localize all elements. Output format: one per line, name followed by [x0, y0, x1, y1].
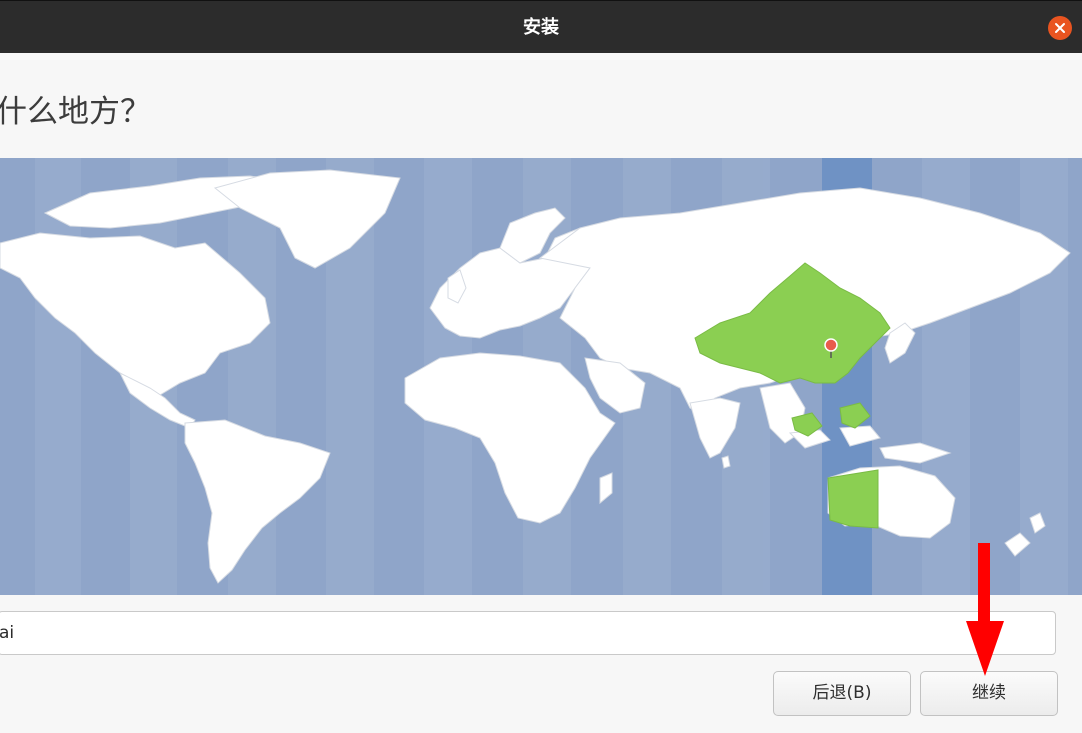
- timezone-map[interactable]: [0, 158, 1082, 595]
- down-arrow-icon: [966, 543, 1004, 676]
- back-button[interactable]: 后退(B): [773, 671, 911, 716]
- window-title: 安装: [523, 17, 559, 38]
- page-title: 什么地方？: [0, 94, 151, 130]
- title-bar: 安装: [0, 0, 1082, 53]
- close-button[interactable]: [1048, 16, 1072, 40]
- close-icon: [1055, 23, 1065, 33]
- location-input[interactable]: [0, 611, 1056, 655]
